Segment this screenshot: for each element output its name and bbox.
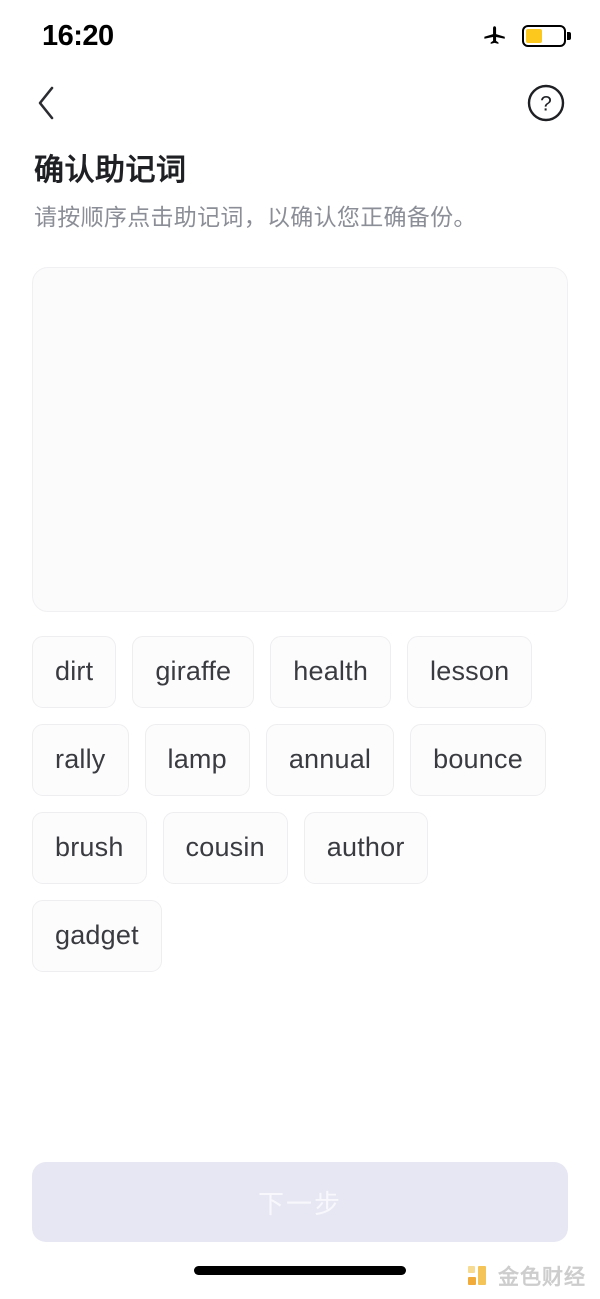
word-chip[interactable]: bounce <box>410 723 546 796</box>
navigation-bar: ? <box>0 72 600 134</box>
word-chip[interactable]: gadget <box>32 899 162 972</box>
status-bar: 16:20 <box>0 0 600 72</box>
watermark-text: 金色财经 <box>498 1266 586 1289</box>
page-subtitle: 请按顺序点击助记词，以确认您正确备份。 <box>34 203 477 230</box>
header-block: 确认助记词 请按顺序点击助记词，以确认您正确备份。 <box>0 134 600 233</box>
page-title: 确认助记词 <box>34 154 187 187</box>
word-chip[interactable]: lesson <box>407 635 533 708</box>
airplane-mode-icon <box>482 21 508 52</box>
word-chip[interactable]: rally <box>32 723 129 796</box>
battery-fill <box>526 29 543 43</box>
footer: 下一步 <box>0 1162 600 1242</box>
word-pool: dirt giraffe health lesson rally lamp annual bo… <box>32 635 568 972</box>
chevron-left-icon <box>38 86 54 120</box>
word-chip[interactable]: cousin <box>162 811 288 884</box>
back-button[interactable] <box>22 79 70 127</box>
word-chip[interactable]: health <box>270 635 392 708</box>
watermark: 金色财经 <box>467 1261 586 1291</box>
word-chip[interactable]: annual <box>265 723 395 796</box>
svg-text:?: ? <box>540 93 552 116</box>
selected-words-panel[interactable] <box>32 266 568 612</box>
home-indicator[interactable] <box>194 1266 406 1275</box>
help-button[interactable]: ? <box>524 81 568 125</box>
word-chip[interactable]: brush <box>32 811 147 884</box>
app-screen: 16:20 ? 确认助记词 请按顺序点击助记词，以确认您正确备份。 dirt g… <box>0 0 600 1299</box>
question-circle-icon: ? <box>527 84 565 122</box>
word-chip[interactable]: dirt <box>32 635 117 708</box>
word-chip[interactable]: giraffe <box>132 635 255 708</box>
home-indicator-area: 金色财经 <box>0 1242 600 1299</box>
status-bar-time: 16:20 <box>42 19 114 52</box>
word-chip[interactable]: lamp <box>144 723 250 796</box>
jinse-logo-icon <box>468 1266 486 1285</box>
battery-icon <box>522 25 566 47</box>
next-button[interactable]: 下一步 <box>32 1162 568 1242</box>
status-bar-indicators <box>482 21 566 52</box>
word-chip[interactable]: author <box>303 811 428 884</box>
